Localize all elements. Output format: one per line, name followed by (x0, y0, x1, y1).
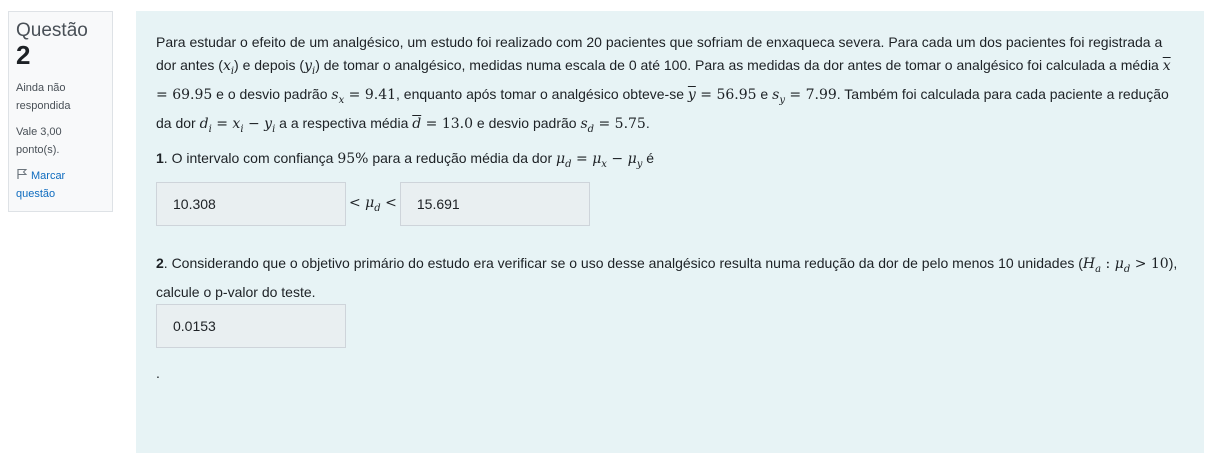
pvalue-answer-row: 0.0153 (156, 304, 346, 348)
lower-bound-answer[interactable]: 10.308 (156, 182, 346, 226)
question-info-panel: Questão 2 Ainda não respondida Vale 3,00… (8, 11, 113, 212)
question-grade: Vale 3,00 ponto(s). (16, 126, 62, 156)
interval-symbol: < μd < (349, 194, 397, 214)
flag-question-link[interactable]: Marcar questão (16, 167, 105, 203)
upper-bound-answer[interactable]: 15.691 (399, 182, 590, 226)
part2-prompt: 2. Considerando que o objetivo primário … (156, 255, 1178, 301)
part1-prompt: 1. O intervalo com confiança 95% para a … (156, 150, 655, 171)
flag-icon (17, 169, 28, 179)
question-text: Para estudar o efeito de um analgésico, … (156, 34, 1171, 135)
sd-x-value: 9.41 (364, 86, 397, 103)
question-label: Questão (16, 20, 88, 41)
sd-y-value: 7.99 (805, 86, 837, 103)
sd-d-value: 5.75 (614, 116, 646, 133)
interval-answer-row: 10.308 < μd < 15.691 (156, 182, 590, 226)
mean-x-value: 69.95 (172, 86, 213, 103)
mean-y-value: 56.95 (716, 86, 757, 103)
pvalue-answer[interactable]: 0.0153 (156, 304, 346, 348)
mean-d-value: 13.0 (441, 116, 474, 133)
question-number: 2 (16, 40, 31, 70)
trailing-dot: . (156, 365, 160, 381)
question-status: Ainda não respondida (16, 82, 71, 112)
question-content: Para estudar o efeito de um analgésico, … (136, 11, 1204, 453)
